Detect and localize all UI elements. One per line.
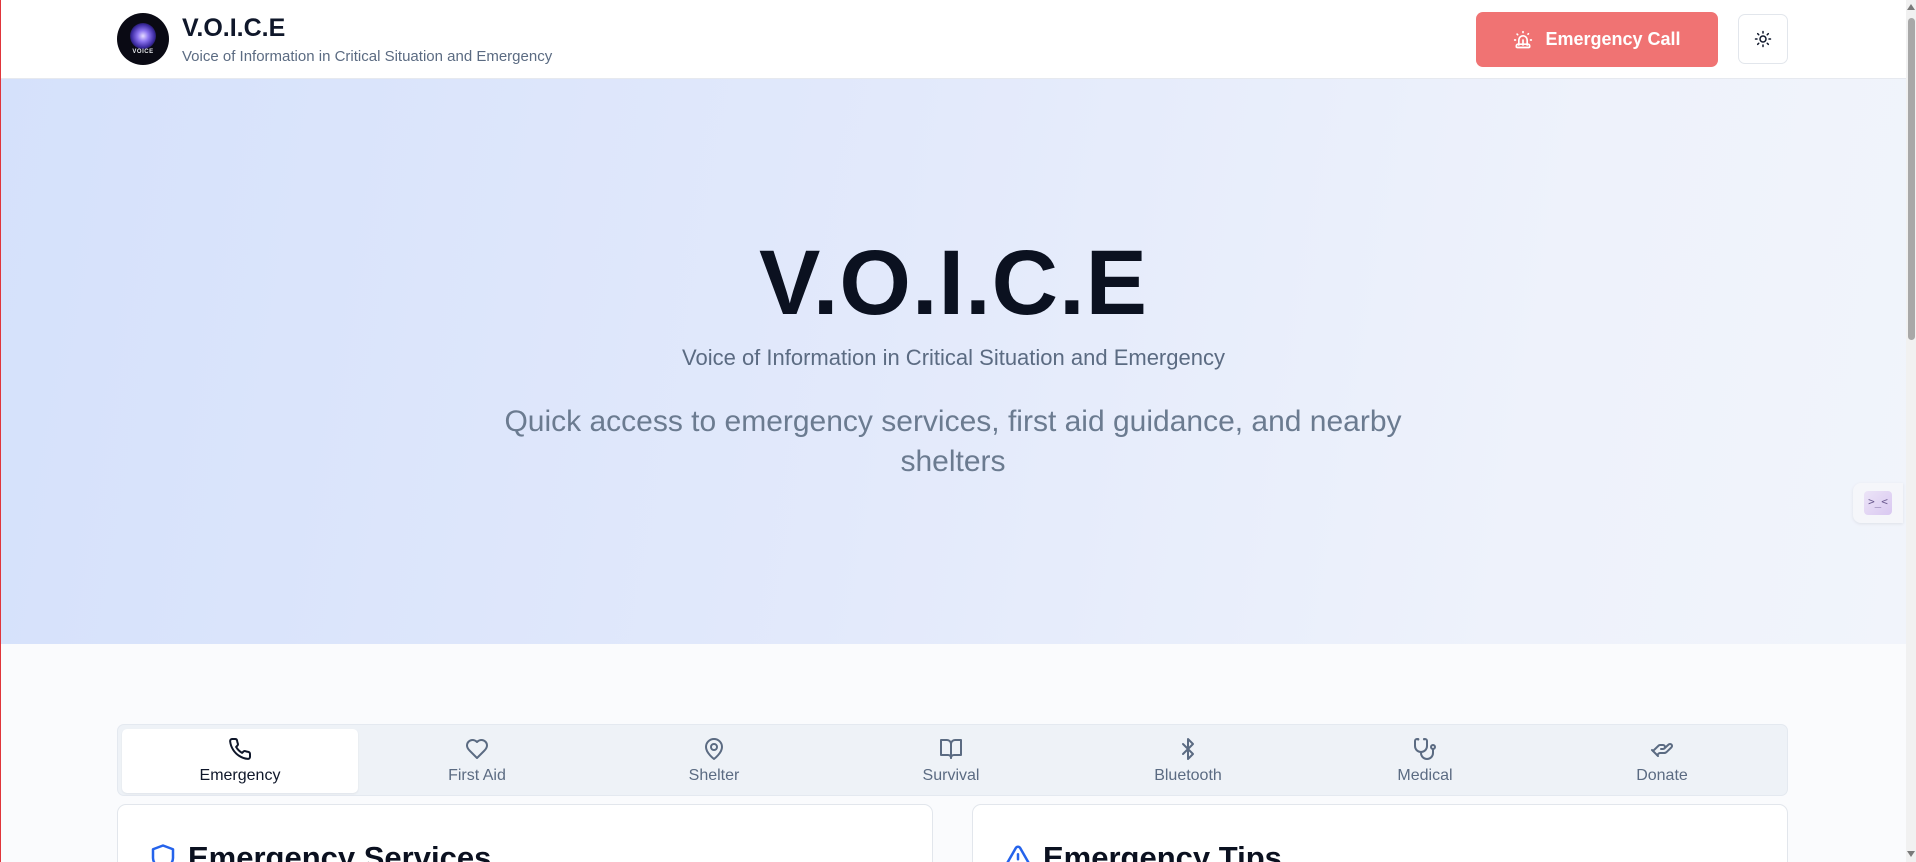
tab-survival[interactable]: Survival	[833, 729, 1069, 793]
alert-triangle-icon	[1006, 845, 1030, 862]
map-pin-icon	[705, 738, 723, 760]
tab-label-survival: Survival	[922, 767, 980, 784]
brand-title: V.O.I.C.E	[182, 14, 286, 42]
emergency-tips-card: Emergency Tips	[972, 804, 1788, 862]
emergency-services-card: Emergency Services	[117, 804, 933, 862]
emergency-call-label: Emergency Call	[1545, 29, 1681, 49]
logo-glow	[130, 23, 156, 49]
scroll-thumb[interactable]	[1908, 18, 1915, 340]
tab-first-aid[interactable]: First Aid	[359, 729, 595, 793]
hero-title: V.O.I.C.E	[758, 232, 1149, 334]
tab-donate[interactable]: Donate	[1544, 729, 1780, 793]
theme-toggle-button[interactable]	[1738, 14, 1788, 64]
hero-subtitle: Voice of Information in Critical Situati…	[682, 345, 1225, 370]
scroll-up-arrow-icon[interactable]	[1907, 4, 1915, 10]
brand-subtitle: Voice of Information in Critical Situati…	[182, 48, 553, 65]
tab-label-medical: Medical	[1397, 767, 1453, 784]
tab-shelter[interactable]: Shelter	[596, 729, 832, 793]
side-assistant-widget[interactable]: >_<	[1853, 483, 1903, 523]
emergency-tips-title: Emergency Tips	[1043, 840, 1282, 862]
bluetooth-icon	[1182, 738, 1194, 760]
logo-text: VOICE	[132, 49, 154, 55]
hero-section: V.O.I.C.E Voice of Information in Critic…	[1, 79, 1906, 644]
siren-icon	[1514, 30, 1533, 48]
voice-logo[interactable]: VOICE	[117, 13, 169, 65]
stethoscope-icon	[1414, 738, 1436, 760]
emergency-call-button[interactable]: Emergency Call	[1476, 12, 1718, 67]
tab-label-shelter: Shelter	[688, 767, 740, 784]
emergency-services-title: Emergency Services	[188, 840, 492, 862]
tab-bluetooth[interactable]: Bluetooth	[1070, 729, 1306, 793]
tab-label-bluetooth: Bluetooth	[1154, 767, 1222, 784]
sun-icon	[1754, 30, 1772, 48]
tab-label-first-aid: First Aid	[448, 767, 506, 784]
tab-label-donate: Donate	[1636, 767, 1688, 784]
scroll-down-arrow-icon[interactable]	[1907, 851, 1915, 857]
hero-description: Quick access to emergency services, firs…	[504, 405, 1402, 478]
assistant-face-icon: >_<	[1864, 491, 1892, 515]
tab-emergency[interactable]: Emergency	[122, 729, 358, 793]
hand-heart-icon	[1651, 742, 1673, 757]
tab-label-emergency: Emergency	[199, 767, 281, 784]
tab-medical[interactable]: Medical	[1307, 729, 1543, 793]
book-open-icon	[940, 739, 962, 759]
page-scrollbar[interactable]	[1906, 0, 1916, 862]
top-header: VOICE V.O.I.C.E Voice of Information in …	[1, 0, 1906, 79]
feature-tabs: Emergency First Aid Shelter Survival Blu…	[117, 724, 1788, 796]
shield-icon	[151, 844, 175, 862]
phone-icon	[229, 738, 252, 760]
heart-icon	[466, 739, 488, 759]
